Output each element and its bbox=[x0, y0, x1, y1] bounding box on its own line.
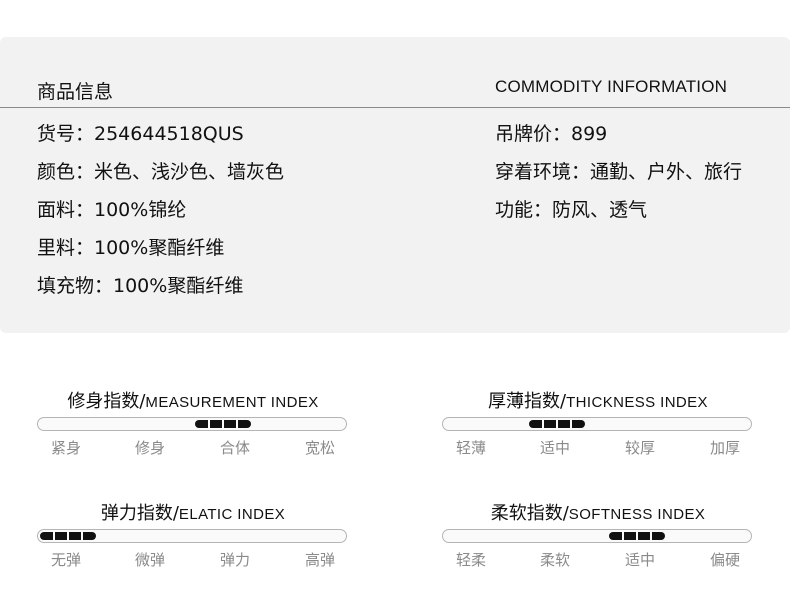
index-scale-labels: 轻薄 适中 较厚 加厚 bbox=[442, 437, 754, 459]
index-title-en: SOFTNESS INDEX bbox=[568, 506, 706, 523]
index-title: 弹力指数/ELATIC INDEX bbox=[37, 499, 349, 524]
scale-label: 高弹 bbox=[304, 551, 335, 569]
info-item-function: 功能：防风、透气 bbox=[495, 199, 648, 221]
indicator-segment-gap bbox=[541, 420, 544, 428]
index-title-en: THICKNESS INDEX bbox=[566, 394, 708, 411]
index-title: 厚薄指数/THICKNESS INDEX bbox=[442, 387, 754, 412]
index-title: 柔软指数/SOFTNESS INDEX bbox=[442, 499, 754, 524]
scale-label: 微弹 bbox=[134, 551, 165, 569]
index-track bbox=[442, 529, 752, 543]
scale-label: 无弹 bbox=[50, 551, 81, 569]
indicator-segment-gap bbox=[207, 420, 210, 428]
scale-label: 加厚 bbox=[709, 439, 740, 457]
indicator-segment-gap bbox=[622, 532, 625, 540]
indicator-segment-gap bbox=[569, 420, 572, 428]
indicator-segment-gap bbox=[555, 420, 558, 428]
index-title-cn: 厚薄指数/ bbox=[488, 391, 567, 412]
index-scale-labels: 无弹 微弹 弹力 高弹 bbox=[37, 549, 349, 571]
elastic-index: 弹力指数/ELATIC INDEX 无弹 微弹 弹力 高弹 bbox=[37, 499, 349, 571]
info-list-left: 货号：254644518QUS 颜色：米色、浅沙色、墙灰色 面料：100%锦纶 … bbox=[37, 119, 284, 309]
indicator-segment-gap bbox=[235, 420, 238, 428]
index-title-en: ELATIC INDEX bbox=[178, 506, 286, 523]
index-title-en: MEASUREMENT INDEX bbox=[145, 394, 319, 411]
index-level-indicator bbox=[194, 420, 251, 428]
scale-label: 适中 bbox=[624, 551, 655, 569]
index-track bbox=[37, 529, 347, 543]
scale-label: 紧身 bbox=[50, 439, 81, 457]
index-track bbox=[442, 417, 752, 431]
index-track bbox=[37, 417, 347, 431]
indicator-segment-gap bbox=[650, 532, 653, 540]
panel-title-en: COMMODITY INFORMATION bbox=[495, 77, 728, 96]
index-level-indicator bbox=[609, 532, 666, 540]
scale-label: 宽松 bbox=[304, 439, 335, 457]
index-scale-labels: 紧身 修身 合体 宽松 bbox=[37, 437, 349, 459]
scale-label: 偏硬 bbox=[709, 551, 740, 569]
info-item-price: 吊牌价：899 bbox=[495, 123, 608, 145]
scale-label: 轻柔 bbox=[455, 551, 486, 569]
info-item-color: 颜色：米色、浅沙色、墙灰色 bbox=[37, 161, 285, 183]
info-item-occasion: 穿着环境：通勤、户外、旅行 bbox=[495, 161, 743, 183]
scale-label: 合体 bbox=[219, 439, 250, 457]
info-item-sku: 货号：254644518QUS bbox=[37, 123, 244, 145]
thickness-index: 厚薄指数/THICKNESS INDEX 轻薄 适中 较厚 加厚 bbox=[442, 387, 754, 459]
index-title-cn: 弹力指数/ bbox=[100, 503, 179, 524]
info-item-filling: 填充物：100%聚酯纤维 bbox=[37, 275, 244, 297]
scale-label: 柔软 bbox=[539, 551, 570, 569]
panel-title-cn: 商品信息 bbox=[37, 81, 114, 103]
measurement-index: 修身指数/MEASUREMENT INDEX 紧身 修身 合体 宽松 bbox=[37, 387, 349, 459]
commodity-info-panel: 商品信息 COMMODITY INFORMATION 货号：254644518Q… bbox=[0, 37, 790, 333]
info-item-fabric: 面料：100%锦纶 bbox=[37, 199, 187, 221]
scale-label: 弹力 bbox=[219, 551, 250, 569]
scale-label: 较厚 bbox=[624, 439, 655, 457]
info-item-lining: 里料：100%聚酯纤维 bbox=[37, 237, 225, 259]
indicator-segment-gap bbox=[81, 532, 83, 540]
softness-index: 柔软指数/SOFTNESS INDEX 轻柔 柔软 适中 偏硬 bbox=[442, 499, 754, 571]
indicator-segment-gap bbox=[221, 420, 224, 428]
indicator-segment-gap bbox=[636, 532, 639, 540]
scale-label: 修身 bbox=[134, 439, 165, 457]
indicator-segment-gap bbox=[53, 532, 55, 540]
indicator-segment-gap bbox=[67, 532, 69, 540]
index-title: 修身指数/MEASUREMENT INDEX bbox=[37, 387, 349, 412]
index-scale-labels: 轻柔 柔软 适中 偏硬 bbox=[442, 549, 754, 571]
panel-divider bbox=[0, 107, 790, 108]
index-level-indicator bbox=[528, 420, 585, 428]
scale-label: 轻薄 bbox=[455, 439, 486, 457]
info-list-right: 吊牌价：899 穿着环境：通勤、户外、旅行 功能：防风、透气 bbox=[495, 119, 742, 233]
index-level-indicator bbox=[40, 532, 96, 540]
scale-label: 适中 bbox=[539, 439, 570, 457]
index-title-cn: 修身指数/ bbox=[67, 391, 146, 412]
index-title-cn: 柔软指数/ bbox=[490, 503, 569, 524]
